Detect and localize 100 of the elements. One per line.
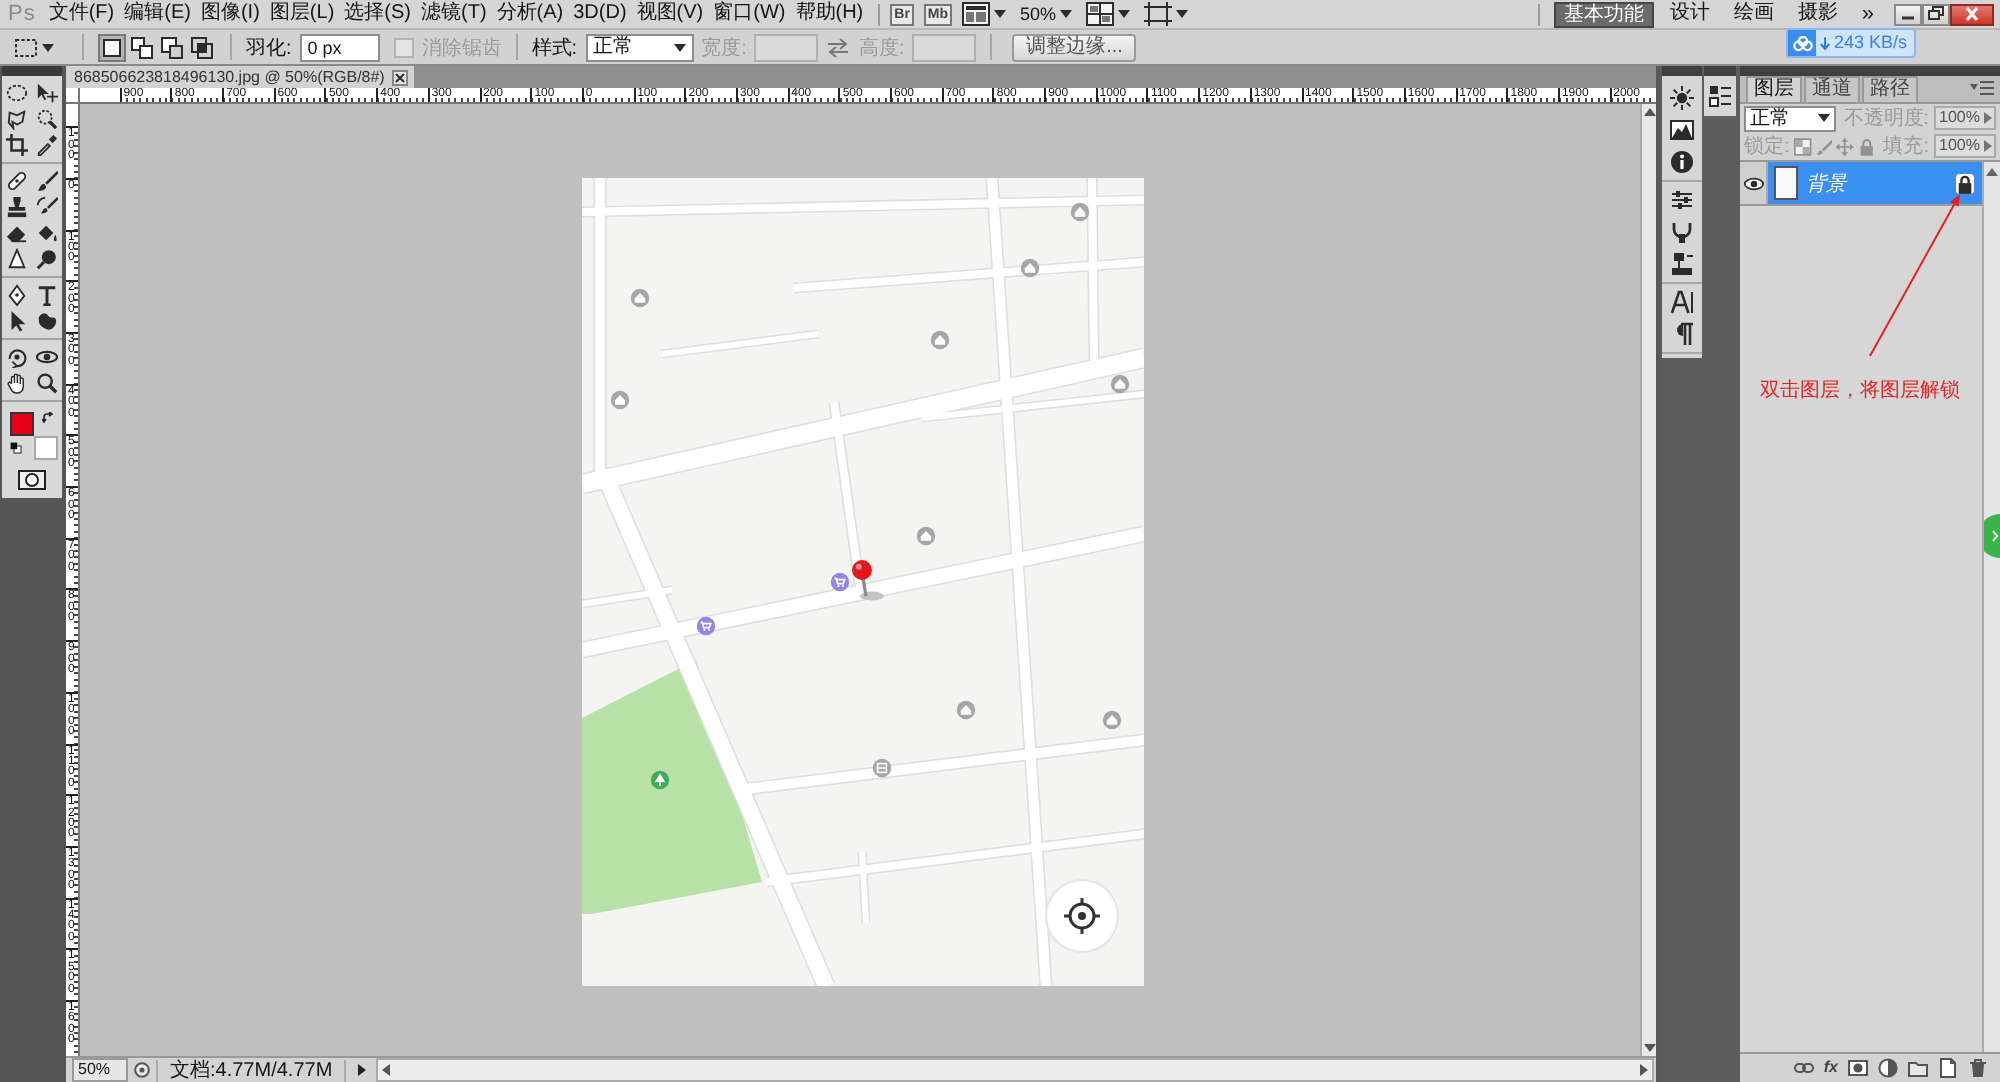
- status-menu-button[interactable]: [352, 1060, 371, 1080]
- selection-mode-button[interactable]: [98, 33, 126, 61]
- lock-icon[interactable]: [1956, 173, 1974, 193]
- foreground-color-swatch[interactable]: [10, 412, 34, 436]
- scroll-down-icon[interactable]: [1643, 1044, 1655, 1052]
- link-icon[interactable]: [1793, 1058, 1814, 1078]
- close-tab-button[interactable]: [392, 69, 409, 85]
- scroll-right-icon[interactable]: [1640, 1064, 1648, 1076]
- clone-source-icon[interactable]: [1670, 252, 1694, 276]
- default-colors-icon[interactable]: [10, 442, 22, 454]
- pen-icon[interactable]: [6, 284, 28, 306]
- close-button[interactable]: [1950, 3, 1994, 25]
- view-extras-button[interactable]: [962, 2, 1007, 26]
- trash-icon[interactable]: [1968, 1058, 1988, 1078]
- horizontal-scrollbar[interactable]: [376, 1058, 1654, 1082]
- panel-tab[interactable]: 路径: [1862, 76, 1918, 102]
- crop-icon[interactable]: [6, 134, 28, 156]
- lasso-icon[interactable]: [6, 108, 28, 130]
- adjustments-icon[interactable]: [1670, 188, 1694, 212]
- layers-scrollbar[interactable]: [1982, 162, 2000, 1052]
- vertical-scrollbar[interactable]: [1640, 104, 1656, 1056]
- panel-tab[interactable]: 图层: [1746, 76, 1802, 102]
- menu-item[interactable]: 分析(A): [491, 0, 569, 28]
- selection-mode-button[interactable]: [158, 33, 186, 61]
- panel-menu-icon[interactable]: [1970, 80, 1994, 96]
- masks-icon[interactable]: [1670, 220, 1694, 244]
- menu-item[interactable]: 帮助(H): [790, 0, 869, 28]
- zoom-field[interactable]: 50%: [72, 1058, 128, 1082]
- bandage-icon[interactable]: [6, 170, 28, 192]
- workspace-button[interactable]: 基本功能: [1553, 1, 1654, 27]
- screen-mode-button[interactable]: [1144, 2, 1189, 26]
- menu-item[interactable]: 视图(V): [631, 0, 709, 28]
- menu-item[interactable]: 3D(D): [568, 0, 632, 28]
- adjustment-layer-icon[interactable]: [1878, 1058, 1898, 1078]
- ruler-origin[interactable]: [66, 88, 80, 104]
- menu-item[interactable]: 文件(F): [43, 0, 120, 28]
- feather-input[interactable]: 0 px: [299, 33, 380, 61]
- info-icon[interactable]: [1670, 150, 1694, 174]
- status-info-icon[interactable]: [134, 1062, 150, 1078]
- stamp-icon[interactable]: [6, 196, 28, 218]
- arrange-documents-button[interactable]: [1086, 2, 1131, 26]
- path-select-icon[interactable]: [6, 310, 28, 332]
- panel-grip-bar[interactable]: [1740, 66, 2000, 76]
- document-tab[interactable]: 868506623818496130.jpg @ 50%(RGB/8#): [66, 66, 415, 88]
- workspace-button[interactable]: 摄影: [1789, 2, 1846, 26]
- menu-item[interactable]: 编辑(E): [119, 0, 196, 28]
- history-brush-icon[interactable]: [36, 196, 58, 218]
- swap-arrows-icon[interactable]: [826, 35, 851, 59]
- history-panel-button[interactable]: [1704, 76, 1736, 116]
- paint-bucket-icon[interactable]: [36, 222, 58, 244]
- histogram-icon[interactable]: [1670, 118, 1694, 142]
- eraser-icon[interactable]: [6, 222, 28, 244]
- restore-button[interactable]: [1922, 3, 1950, 25]
- menu-item[interactable]: 图像(I): [195, 0, 265, 28]
- lock-transparency-icon[interactable]: [1793, 137, 1812, 155]
- type-icon[interactable]: [36, 284, 58, 306]
- panel-grip-bar[interactable]: [2, 66, 62, 76]
- scroll-up-icon[interactable]: [1643, 108, 1655, 116]
- selection-mode-button[interactable]: [188, 33, 216, 61]
- folder-icon[interactable]: [1908, 1058, 1928, 1078]
- move-icon[interactable]: [36, 82, 58, 104]
- eyedropper-icon[interactable]: [36, 134, 58, 156]
- menu-item[interactable]: 图层(L): [264, 0, 340, 28]
- visibility-toggle[interactable]: [1740, 162, 1768, 204]
- panel-tab[interactable]: 通道: [1804, 76, 1860, 102]
- workspace-button[interactable]: 绘画: [1725, 2, 1782, 26]
- custom-shape-icon[interactable]: [36, 310, 58, 332]
- rotate-3d-icon[interactable]: [6, 346, 28, 368]
- zoom-icon[interactable]: [36, 372, 58, 394]
- scroll-left-icon[interactable]: [382, 1064, 391, 1076]
- quick-mask-icon[interactable]: [18, 470, 46, 490]
- navigator-icon[interactable]: [1670, 86, 1694, 110]
- scroll-up-icon[interactable]: [1986, 168, 1998, 176]
- more-workspaces-button[interactable]: »: [1853, 2, 1882, 26]
- selection-mode-button[interactable]: [128, 33, 156, 61]
- zoom-level-dropdown[interactable]: 50%: [1020, 0, 1073, 28]
- background-color-swatch[interactable]: [34, 436, 58, 460]
- style-dropdown[interactable]: 正常: [585, 33, 694, 61]
- refine-edge-button[interactable]: 调整边缘...: [1012, 33, 1137, 61]
- panel-grip-bar[interactable]: [1662, 66, 1702, 76]
- minimize-button[interactable]: [1894, 3, 1922, 25]
- tool-preset-button[interactable]: [14, 35, 54, 59]
- swap-colors-icon[interactable]: [42, 412, 54, 424]
- character-icon[interactable]: [1670, 290, 1694, 314]
- blur-icon[interactable]: [6, 248, 28, 270]
- hand-icon[interactable]: [6, 372, 28, 394]
- menu-item[interactable]: 窗口(W): [708, 0, 791, 28]
- marquee-icon[interactable]: [6, 82, 28, 104]
- quick-selection-icon[interactable]: [36, 108, 58, 130]
- layer-style-button[interactable]: fx: [1823, 1058, 1838, 1078]
- blend-mode-dropdown[interactable]: 正常: [1744, 105, 1836, 131]
- panel-grip-bar[interactable]: [1704, 66, 1736, 76]
- menu-item[interactable]: 选择(S): [339, 0, 416, 28]
- dodge-icon[interactable]: [36, 248, 58, 270]
- workspace-button[interactable]: 设计: [1661, 2, 1718, 26]
- brush-icon[interactable]: [36, 170, 58, 192]
- menu-item[interactable]: 滤镜(T): [416, 0, 492, 28]
- new-layer-icon[interactable]: [1938, 1058, 1958, 1078]
- mask-icon[interactable]: [1848, 1058, 1868, 1078]
- orbit-3d-icon[interactable]: [36, 346, 58, 368]
